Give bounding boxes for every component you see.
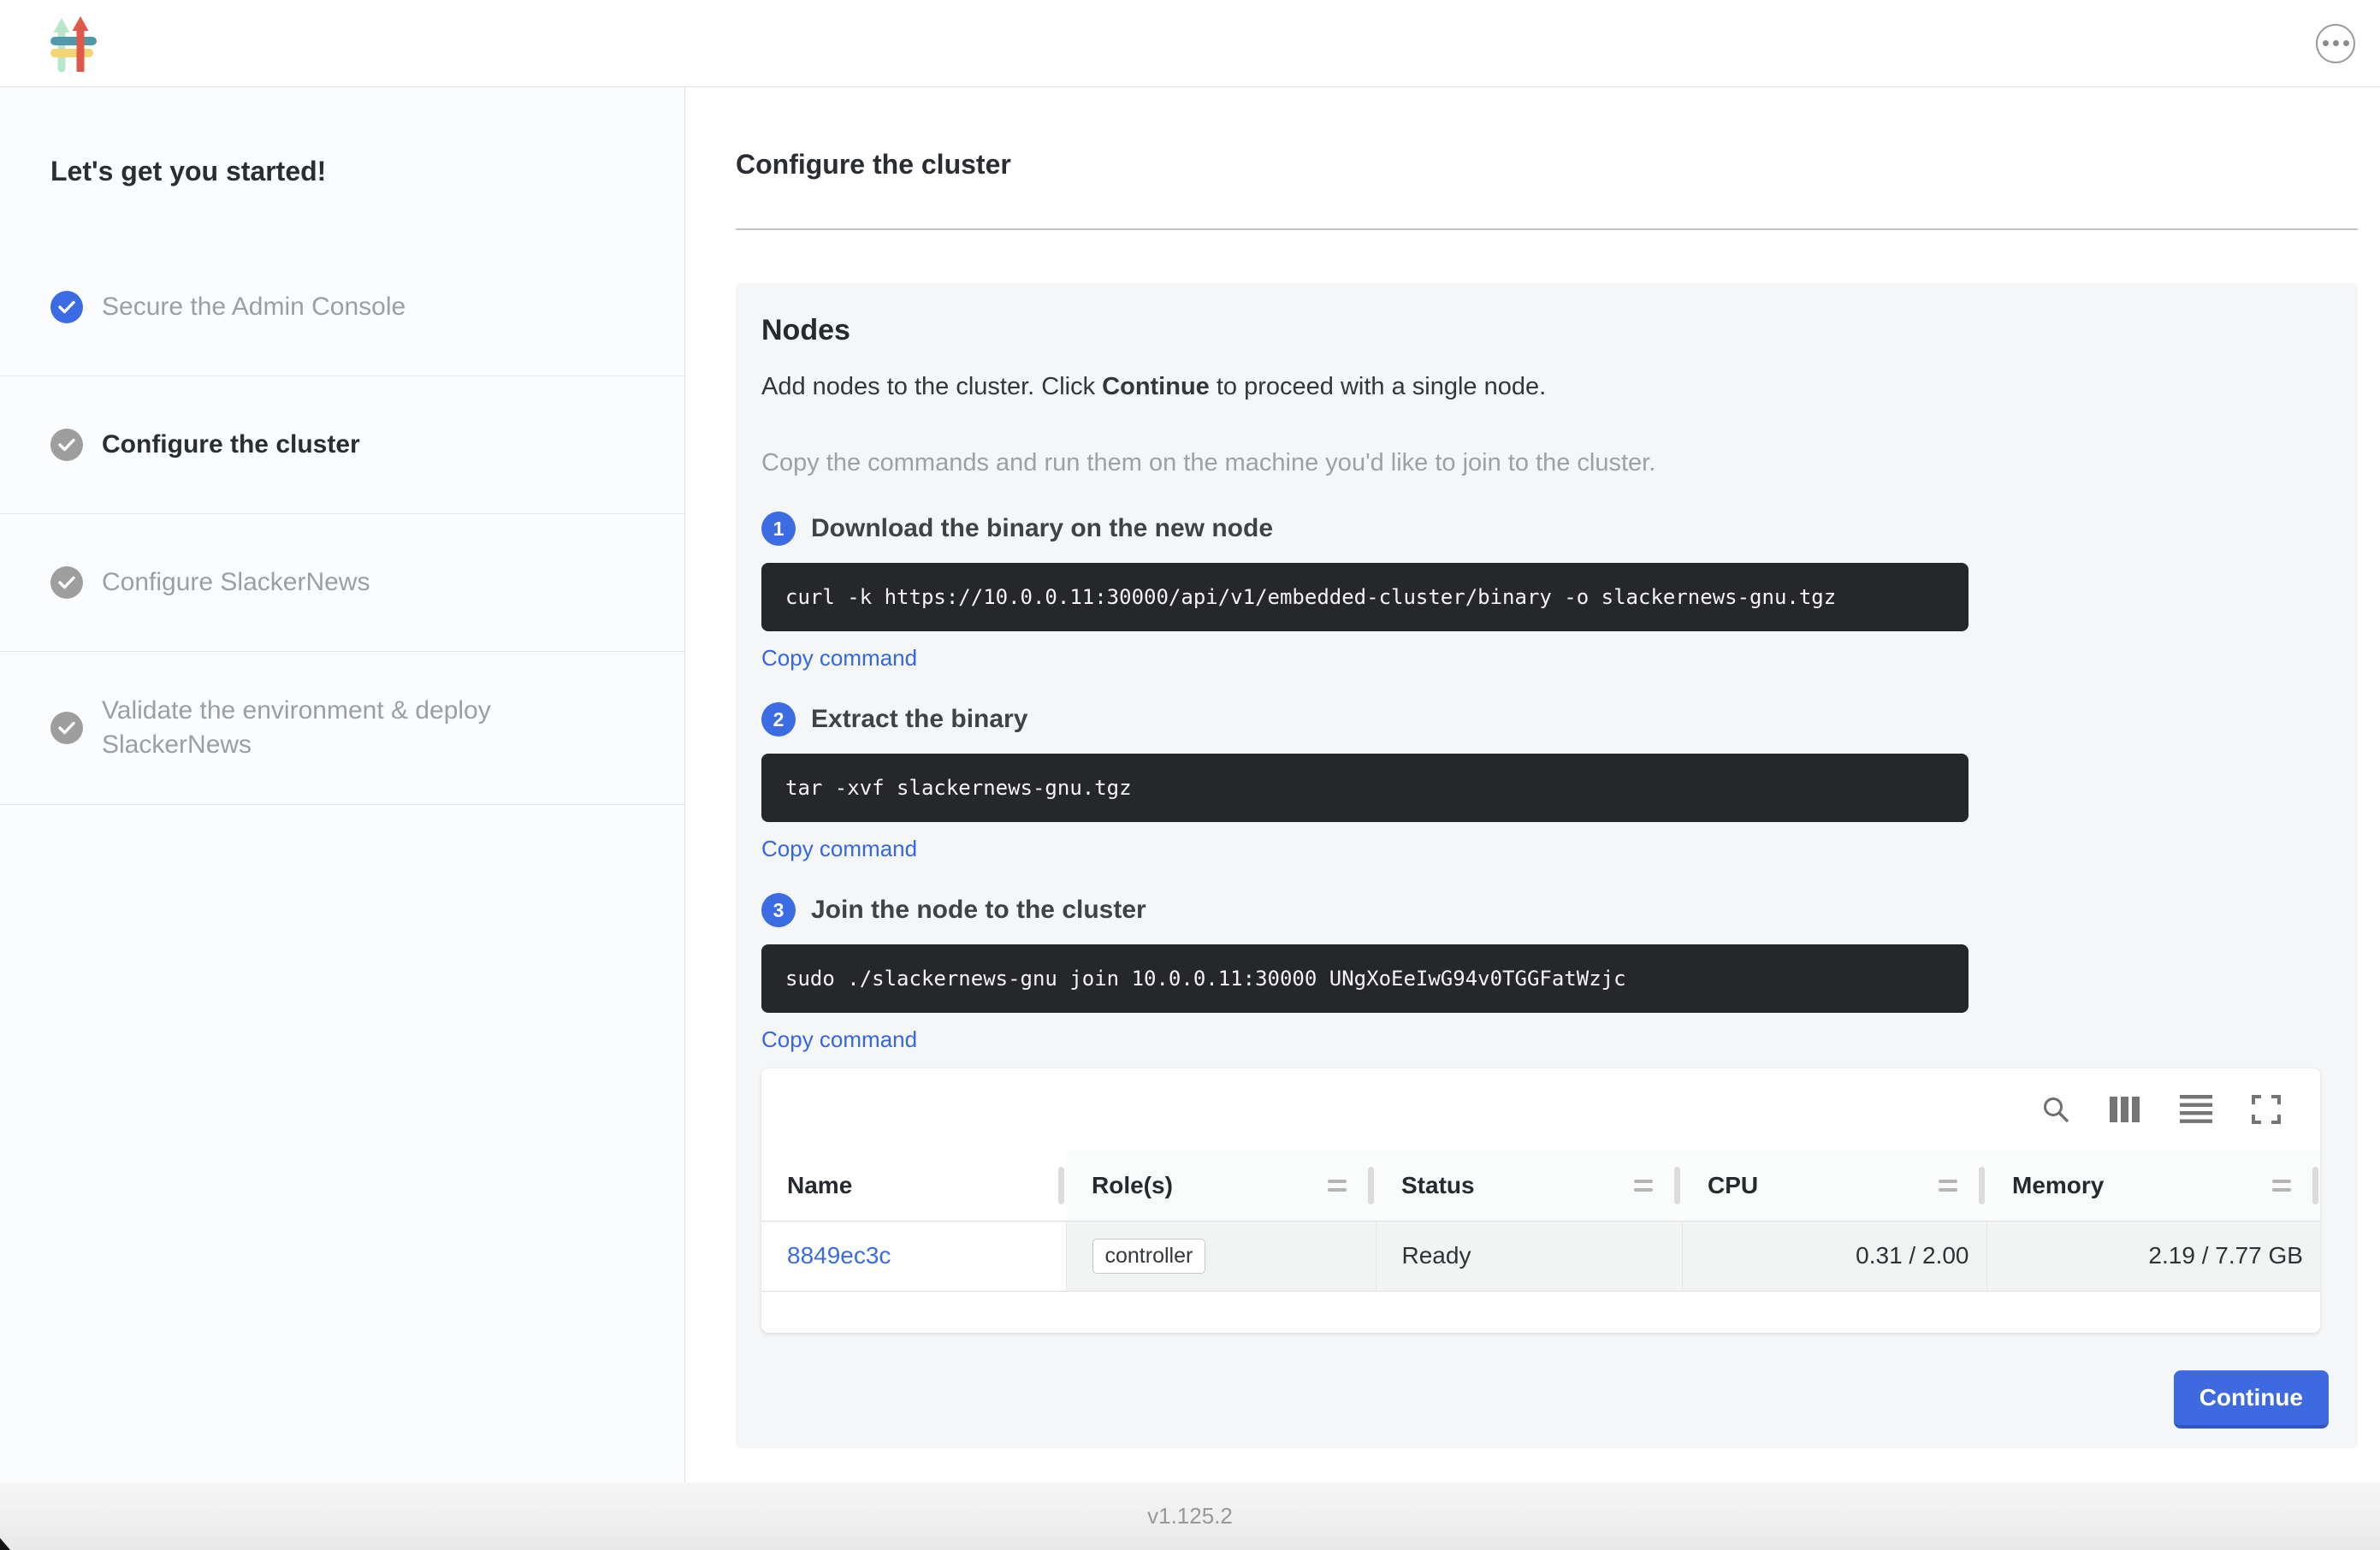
card-actions: Continue — [761, 1370, 2332, 1429]
copy-command-link-2[interactable]: Copy command — [761, 836, 917, 862]
column-menu-icon[interactable] — [2272, 1180, 2291, 1192]
column-menu-icon[interactable] — [1328, 1180, 1347, 1192]
column-resize-handle[interactable] — [2312, 1167, 2318, 1204]
top-header — [0, 0, 2380, 87]
sidebar-item-label: Configure the cluster — [102, 428, 360, 462]
check-icon — [50, 429, 83, 461]
step-2-heading: 2 Extract the binary — [761, 702, 2332, 737]
join-hint: Copy the commands and run them on the ma… — [761, 449, 2332, 477]
footer: v1.125.2 — [0, 1482, 2380, 1550]
column-header-roles[interactable]: Role(s) — [1066, 1151, 1376, 1221]
nodes-heading: Nodes — [761, 314, 2332, 347]
nodes-table-card: Name Role(s) Status — [761, 1068, 2320, 1333]
column-header-cpu[interactable]: CPU — [1682, 1151, 1986, 1221]
main-content: Configure the cluster Nodes Add nodes to… — [685, 87, 2380, 1482]
node-memory-cell: 2.19 / 7.77 GB — [1986, 1221, 2320, 1291]
node-name-link[interactable]: 8849ec3c — [787, 1242, 891, 1269]
column-resize-handle[interactable] — [1058, 1167, 1064, 1204]
node-roles-cell: controller — [1066, 1221, 1376, 1291]
sidebar-item-configure-cluster[interactable]: Configure the cluster — [0, 376, 684, 514]
sidebar-item-label: Validate the environment & deploy Slacke… — [102, 694, 581, 762]
fullscreen-icon — [2252, 1095, 2281, 1124]
sidebar-item-label: Secure the Admin Console — [102, 290, 406, 324]
node-cpu-cell: 0.31 / 2.00 — [1682, 1221, 1986, 1291]
app-version: v1.125.2 — [1147, 1503, 1233, 1529]
density-button[interactable] — [2180, 1093, 2212, 1126]
check-icon — [50, 566, 83, 599]
step-number-badge: 2 — [761, 702, 796, 737]
step-1-heading: 1 Download the binary on the new node — [761, 512, 2332, 546]
column-resize-handle[interactable] — [1368, 1167, 1374, 1204]
continue-button[interactable]: Continue — [2174, 1370, 2329, 1429]
nodes-intro: Add nodes to the cluster. Click Continue… — [761, 373, 2332, 401]
role-badge: controller — [1092, 1239, 1206, 1274]
step-number-badge: 1 — [761, 512, 796, 546]
page-title: Configure the cluster — [736, 149, 2358, 180]
sidebar-item-validate-deploy[interactable]: Validate the environment & deploy Slacke… — [0, 652, 684, 805]
node-status-cell: Ready — [1376, 1221, 1682, 1291]
search-button[interactable] — [2041, 1095, 2070, 1124]
table-header-row: Name Role(s) Status — [761, 1151, 2320, 1221]
node-table-row: 8849ec3c controller Ready 0.31 / 2.00 2.… — [761, 1221, 2320, 1291]
density-icon — [2180, 1093, 2212, 1126]
check-icon — [50, 291, 83, 323]
sidebar-title: Let's get you started! — [0, 87, 684, 239]
nodes-table: Name Role(s) Status — [761, 1151, 2320, 1292]
column-menu-icon[interactable] — [1939, 1180, 1957, 1192]
sidebar-item-configure-slackernews[interactable]: Configure SlackerNews — [0, 514, 684, 652]
title-divider — [736, 228, 2358, 230]
check-icon — [50, 712, 83, 744]
ellipsis-icon — [2323, 40, 2349, 46]
step-3-heading: 3 Join the node to the cluster — [761, 893, 2332, 927]
sidebar-item-label: Configure SlackerNews — [102, 565, 370, 600]
extract-command-code: tar -xvf slackernews-gnu.tgz — [761, 754, 1969, 822]
screen-corner-artifact — [0, 1538, 10, 1550]
download-command-code: curl -k https://10.0.0.11:30000/api/v1/e… — [761, 563, 1969, 631]
column-header-memory[interactable]: Memory — [1986, 1151, 2320, 1221]
table-toolbar — [761, 1068, 2320, 1151]
fullscreen-button[interactable] — [2252, 1095, 2281, 1124]
more-options-button[interactable] — [2316, 24, 2355, 63]
sidebar-item-secure-admin-console[interactable]: Secure the Admin Console — [0, 239, 684, 376]
column-header-name[interactable]: Name — [761, 1151, 1066, 1221]
search-icon — [2041, 1095, 2070, 1124]
setup-steps-sidebar: Let's get you started! Secure the Admin … — [0, 87, 685, 1482]
step-number-badge: 3 — [761, 893, 796, 927]
columns-button[interactable] — [2110, 1097, 2140, 1122]
app-logo-icon — [50, 15, 97, 72]
nodes-card: Nodes Add nodes to the cluster. Click Co… — [736, 283, 2358, 1448]
copy-command-link-1[interactable]: Copy command — [761, 645, 917, 671]
column-resize-handle[interactable] — [1674, 1167, 1680, 1204]
columns-icon — [2110, 1097, 2140, 1122]
page: Let's get you started! Secure the Admin … — [0, 0, 2380, 1550]
join-command-code: sudo ./slackernews-gnu join 10.0.0.11:30… — [761, 944, 1969, 1013]
node-name-cell: 8849ec3c — [761, 1221, 1066, 1291]
column-resize-handle[interactable] — [1979, 1167, 1985, 1204]
continue-keyword: Continue — [1102, 373, 1210, 400]
column-menu-icon[interactable] — [1634, 1180, 1653, 1192]
column-header-status[interactable]: Status — [1376, 1151, 1682, 1221]
copy-command-link-3[interactable]: Copy command — [761, 1026, 917, 1053]
